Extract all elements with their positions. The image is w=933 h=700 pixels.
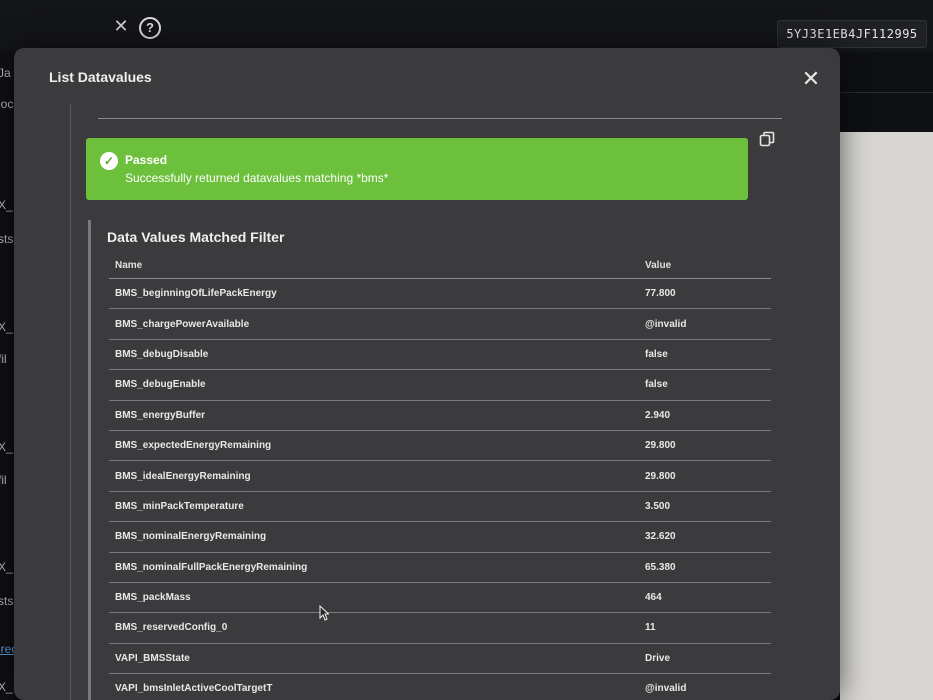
sidebar-fragment: Ja bbox=[0, 66, 11, 80]
sidebar-fragment: sts bbox=[0, 594, 14, 608]
cell-value: @invalid bbox=[639, 308, 771, 340]
divider bbox=[98, 118, 782, 119]
cell-name: BMS_debugDisable bbox=[109, 339, 639, 371]
vin-display: 5YJ3E1EB4JF112995 bbox=[777, 20, 927, 48]
cell-value: 77.800 bbox=[639, 278, 771, 310]
cell-name: BMS_packMass bbox=[109, 582, 639, 614]
table-row: VAPI_BMSState Drive bbox=[109, 643, 771, 675]
cell-name: BMS_nominalFullPackEnergyRemaining bbox=[109, 552, 639, 583]
table-row: BMS_reservedConfig_0 11 bbox=[109, 612, 771, 644]
cell-name: BMS_reservedConfig_0 bbox=[109, 612, 639, 644]
help-icon[interactable]: ? bbox=[139, 17, 161, 39]
modal-title: List Datavalues bbox=[49, 69, 152, 85]
sidebar-fragment: sts bbox=[0, 232, 14, 246]
copy-icon[interactable] bbox=[759, 131, 775, 147]
alert-message: Successfully returned datavalues matchin… bbox=[125, 171, 389, 185]
sidebar-fragment: X_ bbox=[0, 198, 13, 212]
table-header-row: Name Value bbox=[109, 252, 771, 279]
table-row: BMS_energyBuffer 2.940 bbox=[109, 400, 771, 431]
cell-name: VAPI_bmsInletActiveCoolTargetT bbox=[109, 673, 639, 700]
clear-search-icon[interactable]: ✕ bbox=[113, 16, 129, 36]
section-title: Data Values Matched Filter bbox=[107, 229, 285, 245]
cell-name: VAPI_BMSState bbox=[109, 643, 639, 675]
sidebar-fragment: fil bbox=[0, 352, 7, 366]
table-row: BMS_nominalFullPackEnergyRemaining 65.380 bbox=[109, 552, 771, 583]
sidebar-fragment: X_ bbox=[0, 680, 13, 694]
cell-name: BMS_expectedEnergyRemaining bbox=[109, 430, 639, 462]
cell-name: BMS_beginningOfLifePackEnergy bbox=[109, 278, 639, 310]
datavalues-table: Name Value BMS_beginningOfLifePackEnergy… bbox=[109, 252, 771, 700]
close-icon[interactable]: ✕ bbox=[800, 68, 822, 90]
cell-name: BMS_minPackTemperature bbox=[109, 491, 639, 523]
background-right-panel bbox=[840, 52, 933, 700]
background-sidebar: Ja loc X_ sts X_ fil X_ fil X_ sts irec … bbox=[0, 52, 14, 700]
cell-value: 65.380 bbox=[639, 552, 771, 583]
column-header-value: Value bbox=[639, 252, 771, 279]
sidebar-fragment: loc bbox=[0, 97, 14, 111]
cell-value: 2.940 bbox=[639, 400, 771, 431]
cell-name: BMS_chargePowerAvailable bbox=[109, 308, 639, 340]
cell-value: 29.800 bbox=[639, 460, 771, 492]
table-row: VAPI_bmsInletActiveCoolTargetT @invalid bbox=[109, 673, 771, 700]
table-row: BMS_debugEnable false bbox=[109, 369, 771, 401]
divider bbox=[840, 92, 933, 93]
sidebar-fragment: X_ bbox=[0, 560, 13, 574]
data-values-section: Data Values Matched Filter Name Value BM… bbox=[88, 220, 791, 700]
check-circle-icon: ✓ bbox=[100, 152, 118, 170]
table-row: BMS_packMass 464 bbox=[109, 582, 771, 614]
sidebar-link-fragment[interactable]: irec bbox=[0, 642, 14, 656]
cell-value: false bbox=[639, 369, 771, 401]
cell-value: 11 bbox=[639, 612, 771, 644]
table-row: BMS_idealEnergyRemaining 29.800 bbox=[109, 460, 771, 492]
cell-name: BMS_idealEnergyRemaining bbox=[109, 460, 639, 492]
cell-value: 29.800 bbox=[639, 430, 771, 462]
cell-value: 32.620 bbox=[639, 521, 771, 553]
cell-value: @invalid bbox=[639, 673, 771, 700]
table-row: BMS_chargePowerAvailable @invalid bbox=[109, 308, 771, 340]
cell-name: BMS_energyBuffer bbox=[109, 400, 639, 431]
table-row: BMS_debugDisable false bbox=[109, 339, 771, 371]
table-row: BMS_beginningOfLifePackEnergy 77.800 bbox=[109, 278, 771, 310]
column-header-name: Name bbox=[109, 252, 639, 279]
cell-value: 3.500 bbox=[639, 491, 771, 523]
table-row: BMS_nominalEnergyRemaining 32.620 bbox=[109, 521, 771, 553]
cell-value: false bbox=[639, 339, 771, 371]
table-row: BMS_minPackTemperature 3.500 bbox=[109, 491, 771, 523]
table-row: BMS_expectedEnergyRemaining 29.800 bbox=[109, 430, 771, 462]
cell-name: BMS_debugEnable bbox=[109, 369, 639, 401]
list-datavalues-modal: List Datavalues ✕ ✓ Passed Successfully … bbox=[14, 48, 840, 700]
sidebar-fragment: X_ bbox=[0, 320, 13, 334]
sidebar-fragment: X_ bbox=[0, 440, 13, 454]
mouse-cursor-icon bbox=[319, 605, 329, 621]
background-panel bbox=[840, 132, 933, 700]
cell-value: 464 bbox=[639, 582, 771, 614]
alert-status: Passed bbox=[125, 153, 168, 167]
cell-value: Drive bbox=[639, 643, 771, 675]
success-alert: ✓ Passed Successfully returned datavalue… bbox=[86, 138, 748, 200]
cell-name: BMS_nominalEnergyRemaining bbox=[109, 521, 639, 553]
sidebar-fragment: fil bbox=[0, 473, 7, 487]
top-bar: ✕ ? 5YJ3E1EB4JF112995 bbox=[0, 0, 933, 52]
